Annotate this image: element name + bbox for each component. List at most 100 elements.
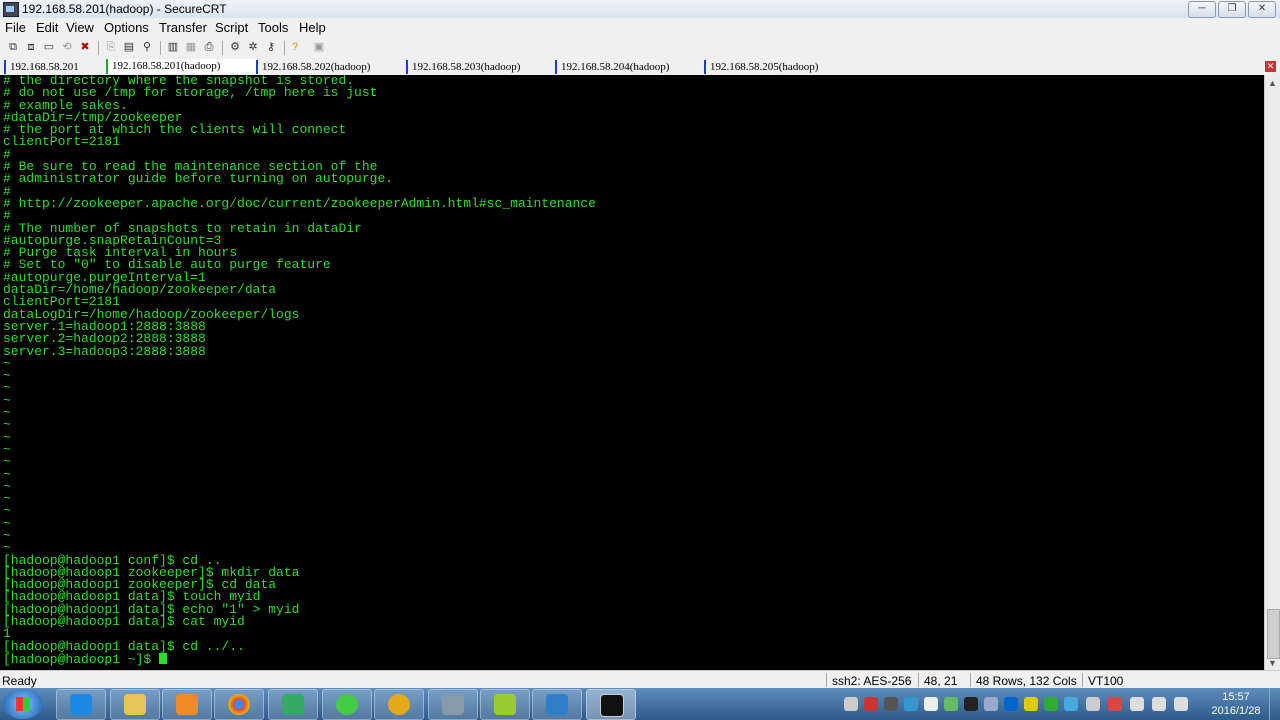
volume-icon[interactable] bbox=[1152, 697, 1166, 711]
close-button[interactable]: ✕ bbox=[1248, 1, 1276, 18]
status-divider bbox=[970, 673, 971, 687]
menu-tools[interactable]: Tools bbox=[258, 20, 288, 35]
tray-app-icon[interactable] bbox=[1044, 697, 1058, 711]
print-selection-icon[interactable]: ▦ bbox=[184, 40, 198, 54]
menu-help[interactable]: Help bbox=[299, 20, 326, 35]
tray-app-icon[interactable] bbox=[1064, 697, 1078, 711]
tray-app-icon[interactable] bbox=[1130, 697, 1144, 711]
terminal-line: # administrator guide before turning on … bbox=[3, 171, 394, 187]
terminal-cursor bbox=[159, 652, 168, 664]
status-ready: Ready bbox=[2, 674, 37, 688]
tab-session-1[interactable]: 192.168.58.201 bbox=[4, 60, 106, 74]
tray-app-icon[interactable] bbox=[864, 697, 878, 711]
tab-session-6[interactable]: 192.168.58.205(hadoop) bbox=[704, 60, 854, 74]
network-icon[interactable] bbox=[1174, 697, 1188, 711]
tab-session-2-active[interactable]: 192.168.58.201(hadoop) bbox=[106, 59, 256, 74]
action-center-icon[interactable] bbox=[1108, 697, 1122, 711]
sftp-icon[interactable]: ▣ bbox=[312, 40, 326, 54]
menu-bar: File Edit View Options Transfer Script T… bbox=[0, 18, 1280, 37]
status-emulation: VT100 bbox=[1088, 674, 1124, 688]
quick-connect-icon[interactable]: ⧈ bbox=[24, 40, 38, 54]
terminal-line: server.3=hadoop3:2888:3888 bbox=[3, 343, 206, 359]
status-bar: Ready ssh2: AES-256 48, 21 48 Rows, 132 … bbox=[0, 670, 1280, 689]
paste-icon[interactable]: ▤ bbox=[122, 40, 136, 54]
terminal-scrollbar[interactable]: ▲ ▼ bbox=[1264, 75, 1280, 670]
bluetooth-icon[interactable] bbox=[1004, 697, 1018, 711]
tray-app-icon[interactable] bbox=[924, 697, 938, 711]
status-cipher: ssh2: AES-256 bbox=[832, 674, 912, 688]
scroll-up-icon[interactable]: ▲ bbox=[1268, 78, 1277, 88]
start-button-icon[interactable] bbox=[3, 689, 43, 719]
toolbar-separator bbox=[284, 41, 285, 55]
scroll-down-icon[interactable]: ▼ bbox=[1268, 658, 1277, 668]
menu-file[interactable]: File bbox=[5, 20, 26, 35]
terminal-line: clientPort=2181 bbox=[3, 134, 121, 150]
session-options-icon[interactable]: ⚙ bbox=[228, 40, 242, 54]
connect-icon[interactable]: ⧉ bbox=[6, 40, 20, 54]
print-icon[interactable]: ⎙ bbox=[202, 40, 216, 54]
disconnect-icon[interactable]: ✖ bbox=[78, 40, 92, 54]
terminal-line: [hadoop@hadoop1 data]$ cat myid bbox=[3, 614, 245, 630]
windows-taskbar: 15:57 2016/1/28 bbox=[0, 688, 1280, 720]
status-terminal-size: 48 Rows, 132 Cols bbox=[976, 674, 1077, 688]
tab-session-4[interactable]: 192.168.58.203(hadoop) bbox=[406, 60, 556, 74]
security-tool-icon[interactable] bbox=[268, 689, 318, 720]
menu-options[interactable]: Options bbox=[104, 20, 149, 35]
system-tray bbox=[840, 688, 1200, 720]
menu-edit[interactable]: Edit bbox=[36, 20, 58, 35]
green-app-icon[interactable] bbox=[480, 689, 530, 720]
clock-time: 15:57 bbox=[1222, 691, 1250, 703]
securecrt-app-icon bbox=[3, 2, 19, 17]
status-divider bbox=[826, 673, 827, 687]
title-bar: 192.168.58.201(hadoop) - SecureCRT ─ ❐ ✕ bbox=[0, 0, 1280, 19]
toolbar-separator bbox=[160, 41, 161, 55]
menu-view[interactable]: View bbox=[66, 20, 94, 35]
clock-date: 2016/1/28 bbox=[1211, 705, 1261, 717]
tray-app-icon[interactable] bbox=[944, 697, 958, 711]
tray-app-icon[interactable] bbox=[904, 697, 918, 711]
find-icon[interactable]: ⚲ bbox=[140, 40, 154, 54]
tray-app-icon[interactable] bbox=[984, 697, 998, 711]
browser-e-icon[interactable] bbox=[374, 689, 424, 720]
tray-app-icon[interactable] bbox=[1086, 697, 1100, 711]
tray-app-icon[interactable] bbox=[1024, 697, 1038, 711]
show-desktop-button[interactable] bbox=[1269, 688, 1280, 720]
keymap-icon[interactable]: ⚷ bbox=[264, 40, 278, 54]
terminal-line: # http://zookeeper.apache.org/doc/curren… bbox=[3, 195, 596, 211]
minimize-button[interactable]: ─ bbox=[1188, 1, 1216, 18]
securecrt-terminal-icon[interactable] bbox=[586, 689, 636, 720]
menu-script[interactable]: Script bbox=[215, 20, 248, 35]
virtualbox-icon[interactable] bbox=[532, 689, 582, 720]
tray-app-icon[interactable] bbox=[884, 697, 898, 711]
maximize-button[interactable]: ❐ bbox=[1218, 1, 1246, 18]
tray-app-icon[interactable] bbox=[964, 697, 978, 711]
window-title: 192.168.58.201(hadoop) - SecureCRT bbox=[22, 2, 227, 16]
tab-session-3[interactable]: 192.168.58.202(hadoop) bbox=[256, 60, 406, 74]
terminal-output: # the directory where the snapshot is st… bbox=[0, 75, 1264, 653]
menu-transfer[interactable]: Transfer bbox=[159, 20, 207, 35]
reconnect-icon[interactable]: ⟲ bbox=[60, 40, 74, 54]
toolbar-separator bbox=[98, 41, 99, 55]
terminal-prompt: [hadoop@hadoop1 ~]$ bbox=[3, 651, 160, 667]
tab-session-5[interactable]: 192.168.58.204(hadoop) bbox=[555, 60, 705, 74]
internet-explorer-icon[interactable] bbox=[56, 689, 106, 720]
print-setup-icon[interactable]: ▥ bbox=[166, 40, 180, 54]
copy-icon[interactable]: ⎘ bbox=[104, 40, 118, 54]
help-icon[interactable]: ? bbox=[288, 40, 302, 54]
status-cursor-position: 48, 21 bbox=[924, 674, 958, 688]
status-divider bbox=[1082, 673, 1083, 687]
connect-tab-icon[interactable]: ▭ bbox=[42, 40, 56, 54]
terminal-screen[interactable]: # the directory where the snapshot is st… bbox=[0, 75, 1264, 670]
scroll-thumb[interactable] bbox=[1267, 609, 1280, 659]
session-tab-bar: 192.168.58.201 192.168.58.201(hadoop) 19… bbox=[0, 59, 1280, 75]
chrome-icon[interactable] bbox=[214, 689, 264, 720]
toolbar-separator bbox=[222, 41, 223, 55]
keyboard-icon[interactable] bbox=[844, 697, 858, 711]
refresh-app-icon[interactable] bbox=[322, 689, 372, 720]
close-tab-icon[interactable]: ✕ bbox=[1265, 61, 1276, 72]
global-options-icon[interactable]: ✲ bbox=[246, 40, 260, 54]
file-explorer-icon[interactable] bbox=[110, 689, 160, 720]
remote-app-icon[interactable] bbox=[428, 689, 478, 720]
media-player-icon[interactable] bbox=[162, 689, 212, 720]
taskbar-clock[interactable]: 15:57 2016/1/28 bbox=[1206, 690, 1266, 718]
